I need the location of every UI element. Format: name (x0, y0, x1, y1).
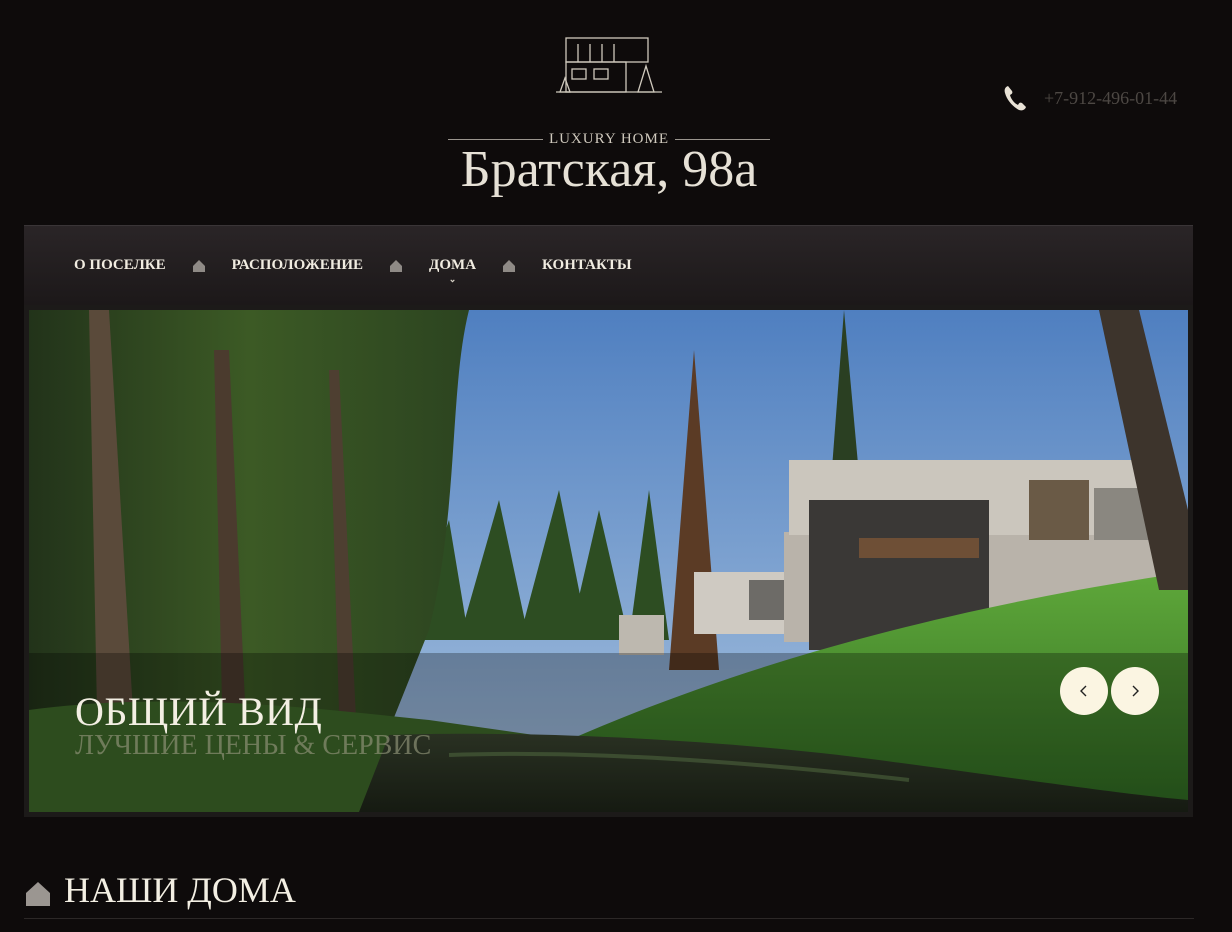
house-separator-icon (503, 259, 516, 272)
main-navigation: О ПОСЕЛКЕ РАСПОЛОЖЕНИЕ ДОМА ⌄ КОНТАКТЫ (24, 225, 1193, 305)
chevron-right-icon (1132, 685, 1139, 697)
nav-item-houses-label: ДОМА (429, 257, 477, 273)
section-title: НАШИ ДОМА (64, 870, 296, 910)
nav-item-contacts[interactable]: КОНТАКТЫ (542, 257, 632, 274)
slider-prev-button[interactable] (1060, 667, 1108, 715)
slide-title: ОБЩИЙ ВИД (75, 689, 323, 734)
house-logo-icon (556, 37, 662, 93)
slider-next-button[interactable] (1111, 667, 1159, 715)
section-header: НАШИ ДОМА (24, 862, 1194, 919)
hero-slider: ОБЩИЙ ВИД ЛУЧШИЕ ЦЕНЫ & СЕРВИС (24, 305, 1193, 817)
phone-number[interactable]: +7-912-496-01-44 (1044, 88, 1177, 109)
nav-item-about[interactable]: О ПОСЕЛКЕ (74, 257, 166, 274)
house-icon (26, 882, 50, 906)
nav-item-location[interactable]: РАСПОЛОЖЕНИЕ (232, 257, 363, 274)
site-logo[interactable]: LUXURY HOME Братская, 98а (444, 36, 774, 198)
house-separator-icon (192, 259, 205, 272)
phone-icon (1004, 86, 1026, 111)
logo-title: Братская, 98а (460, 141, 758, 198)
house-separator-icon (390, 259, 403, 272)
header-phone[interactable]: +7-912-496-01-44 (1002, 84, 1177, 112)
nav-item-houses[interactable]: ДОМА ⌄ (429, 257, 477, 284)
hero-slide: ОБЩИЙ ВИД ЛУЧШИЕ ЦЕНЫ & СЕРВИС (29, 310, 1188, 812)
slide-subtitle: ЛУЧШИЕ ЦЕНЫ & СЕРВИС (75, 730, 432, 761)
chevron-down-icon: ⌄ (448, 274, 457, 284)
chevron-left-icon (1080, 685, 1087, 697)
